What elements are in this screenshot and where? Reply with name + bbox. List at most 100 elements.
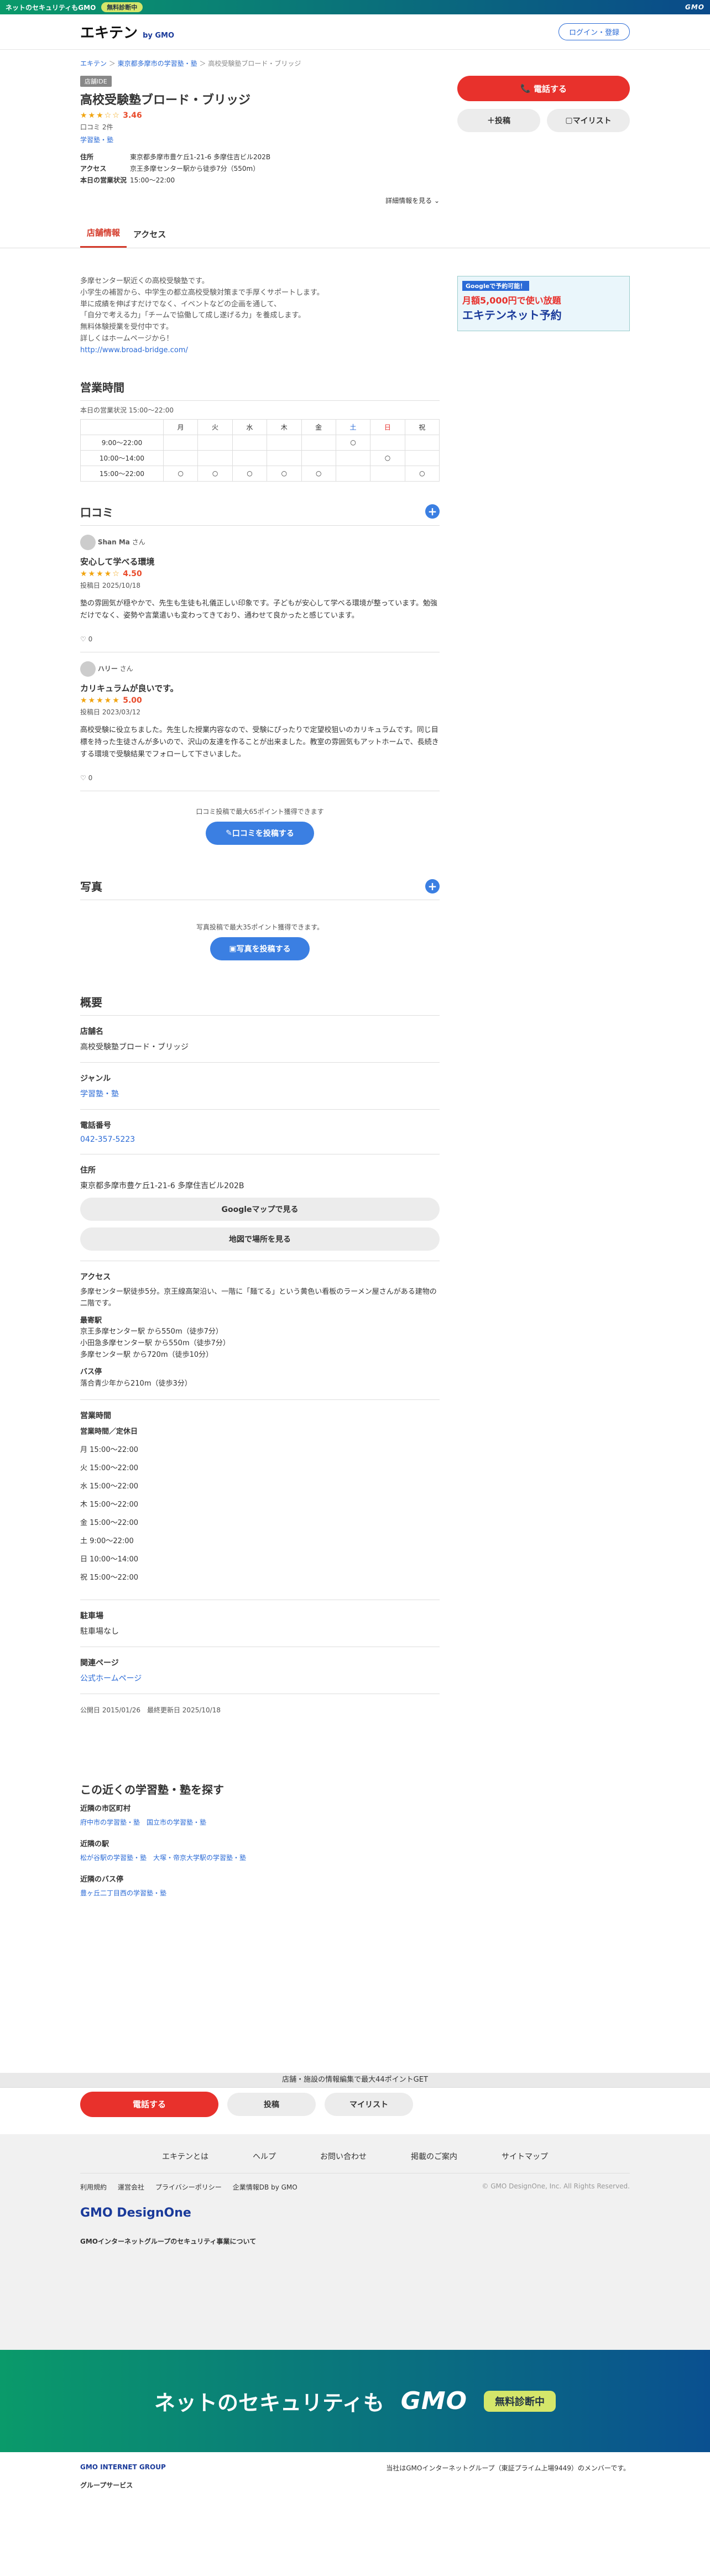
crumb-area[interactable]: 東京都多摩市の学習塾・塾 <box>118 60 197 67</box>
sticky-call-button[interactable]: 電話する <box>80 2091 218 2117</box>
footer-sub-link[interactable]: 企業情報DB by GMO <box>233 2182 297 2192</box>
sticky-post-button[interactable]: 投稿 <box>227 2092 316 2116</box>
avatar[interactable] <box>80 534 96 550</box>
promo-banner[interactable]: ネットのセキュリティも GMO 無料診断中 <box>0 2350 710 2452</box>
security-heading: GMOインターネットグループのセキュリティ事業について <box>80 2238 257 2245</box>
station-item[interactable]: 京王多摩センター駅 から550m（徒歩7分） <box>80 1326 440 1338</box>
footer: エキテンとは ヘルプ お問い合わせ 掲載のご案内 サイトマップ 利用規約 運営会社 プライバ… <box>0 2134 710 2350</box>
footer-sub-link[interactable]: プライバシーポリシー <box>155 2182 222 2192</box>
banner-text: ネットのセキュリティもGMO <box>6 3 96 12</box>
genre-link[interactable]: 学習塾・塾 <box>80 135 440 144</box>
tab-access[interactable]: アクセス <box>127 228 173 248</box>
ov-name-label: 店舗名 <box>80 1027 103 1037</box>
station-item[interactable]: 小田急多摩センター駅 から550m（徒歩7分） <box>80 1338 440 1350</box>
hours-today: 15:00〜22:00 <box>130 176 175 184</box>
ov-addr: 東京都多摩市豊ケ丘1-21-6 多摩住吉ビル202B <box>80 1182 244 1191</box>
day-header: 火 <box>197 419 233 435</box>
ov-genre-label: ジャンル <box>80 1074 111 1084</box>
add-photo-icon[interactable]: + <box>425 879 440 893</box>
day-header: 祝 <box>404 419 440 435</box>
hours-table: 月火水木金土日祝 9:00〜22:00 ○ 10:00〜14:00 ○ 15:00〜22:… <box>80 419 440 482</box>
biz-sub: 営業時間／定休日 <box>80 1428 138 1436</box>
ov-name: 高校受験塾ブロード・ブリッジ <box>80 1041 440 1063</box>
review-title[interactable]: 安心して学べる環境 <box>80 556 440 567</box>
day-header: 水 <box>232 419 268 435</box>
hours-label: 本日の営業状況 <box>80 176 127 184</box>
copyright: © GMO DesignOne, Inc. All Rights Reserve… <box>482 2182 630 2190</box>
station-item[interactable]: 多摩センター駅 から720m（徒歩10分） <box>80 1350 440 1361</box>
ov-genre[interactable]: 学習塾・塾 <box>80 1088 440 1110</box>
tab-shop-info[interactable]: 店舗情報 <box>80 227 127 248</box>
breadcrumb: エキテン ＞ 東京都多摩市の学習塾・塾 ＞ 高校受験塾ブロード・ブリッジ <box>80 60 301 67</box>
ov-biz-label: 営業時間 <box>80 1412 111 1421</box>
ov-addr-label: 住所 <box>80 1166 96 1175</box>
photos-title: 写真 <box>80 880 102 894</box>
day-header: 木 <box>267 419 302 435</box>
post-button[interactable]: ＋ 投稿 <box>457 109 540 132</box>
hours-row: 15:00〜22:00 ○ ○ ○ ○ ○ ○ <box>80 465 440 482</box>
station-label: 最寄駅 <box>80 1316 102 1325</box>
footer-sub-link[interactable]: 利用規約 <box>80 2182 107 2192</box>
address: 東京都多摩市豊ケ丘1-21-6 多摩住吉ビル202B <box>130 153 271 161</box>
hours-today-note: 本日の営業状況 15:00〜22:00 <box>80 406 174 414</box>
call-button[interactable]: 📞 電話する <box>457 76 630 101</box>
mylist-button[interactable]: ▢ マイリスト <box>547 109 630 132</box>
address-label: 住所 <box>80 153 94 161</box>
like-icon[interactable]: ♡ <box>80 635 86 643</box>
footer-link[interactable]: 掲載のご案内 <box>411 2151 457 2162</box>
review-item: Shan Ma さん 安心して学べる環境 ★★★★☆ 4.50 投稿日 2025… <box>80 526 440 652</box>
promo-button[interactable]: 無料診断中 <box>484 2390 556 2412</box>
photo-points-note: 写真投稿で最大35ポイント獲得できます。 <box>196 923 324 932</box>
avatar[interactable] <box>80 661 96 677</box>
promo-gmo: GMO <box>400 2387 468 2415</box>
footer-link[interactable]: お問い合わせ <box>320 2151 367 2162</box>
footer-sub-link[interactable]: 運営会社 <box>118 2182 144 2192</box>
day-header: 月 <box>163 419 199 435</box>
access-label: アクセス <box>80 165 107 173</box>
top-banner[interactable]: ネットのセキュリティもGMO 無料診断中 GMO <box>0 0 710 14</box>
hours-row: 9:00〜22:00 ○ <box>80 434 440 451</box>
more-info-link[interactable]: 詳細情報を見る <box>385 197 432 205</box>
post-review-button[interactable]: ✎ 口コミを投稿する <box>206 822 314 845</box>
gmo-logo: GMO <box>685 3 704 11</box>
site-logo[interactable]: エキテン by GMO <box>80 22 174 42</box>
overview-title: 概要 <box>80 994 440 1016</box>
nearby-station-links[interactable]: 松が谷駅の学習塾・塾 大塚・帝京大学駅の学習塾・塾 <box>80 1853 440 1862</box>
shop-name: 高校受験塾ブロード・ブリッジ <box>80 93 251 107</box>
official-site-link[interactable]: 公式ホームページ <box>80 1673 440 1695</box>
review-count[interactable]: 口コミ 2件 <box>80 122 440 132</box>
day-header: 金 <box>301 419 336 435</box>
group-logo: GMO INTERNET GROUP <box>80 2463 166 2471</box>
footer-link[interactable]: ヘルプ <box>253 2151 276 2162</box>
footer-link[interactable]: エキテンとは <box>162 2151 208 2162</box>
review-title[interactable]: カリキュラムが良いです。 <box>80 682 440 694</box>
post-photo-button[interactable]: ▣ 写真を投稿する <box>210 937 310 961</box>
review-points-note: 口コミ投稿で最大65ポイント獲得できます <box>196 808 324 816</box>
google-map-button[interactable]: Googleマップで見る <box>80 1198 440 1221</box>
ov-rel-label: 関連ページ <box>80 1659 119 1668</box>
footer-link[interactable]: サイトマップ <box>502 2151 548 2162</box>
sticky-action-bar: 電話する 投稿 マイリスト <box>0 2087 710 2120</box>
add-review-icon[interactable]: + <box>425 504 440 519</box>
edit-points-strip[interactable]: 店舗・施設の情報編集で最大44ポイントGET <box>0 2073 710 2087</box>
homepage-link[interactable]: http://www.broad-bridge.com/ <box>80 345 440 357</box>
ad-banner[interactable]: Googleで予約可能！ 月額5,000円で使い放題 エキテンネット予約 <box>457 276 630 331</box>
login-button[interactable]: ログイン・登録 <box>558 23 630 40</box>
nearby-title: この近くの学習塾・塾を探す <box>80 1783 224 1797</box>
ov-tel[interactable]: 042-357-5223 <box>80 1135 440 1155</box>
nearby-city-links[interactable]: 府中市の学習塾・塾 国立市の学習塾・塾 <box>80 1817 440 1827</box>
hours-title: 営業時間 <box>80 379 440 401</box>
group-services-label: グループサービス <box>80 2481 133 2489</box>
crumb-home[interactable]: エキテン <box>80 60 107 67</box>
group-note: 当社はGMOインターネットグループ（東証プライム上場9449）のメンバーです。 <box>386 2464 630 2472</box>
like-icon[interactable]: ♡ <box>80 774 86 782</box>
nearby-bus-links[interactable]: 豊ヶ丘二丁目西の学習塾・塾 <box>80 1888 440 1898</box>
review-item: ハリー さん カリキュラムが良いです。 ★★★★★ 5.00 投稿日 2023/… <box>80 652 440 792</box>
rating-value: 3.46 <box>123 111 142 120</box>
tab-bar: 店舗情報 アクセス <box>0 221 710 248</box>
sticky-mylist-button[interactable]: マイリスト <box>325 2092 413 2116</box>
banner-badge[interactable]: 無料診断中 <box>101 2 143 12</box>
phone-icon: 📞 <box>520 83 534 93</box>
map-button[interactable]: 地図で場所を見る <box>80 1227 440 1251</box>
designone-logo: GMO DesignOne <box>80 2206 191 2220</box>
